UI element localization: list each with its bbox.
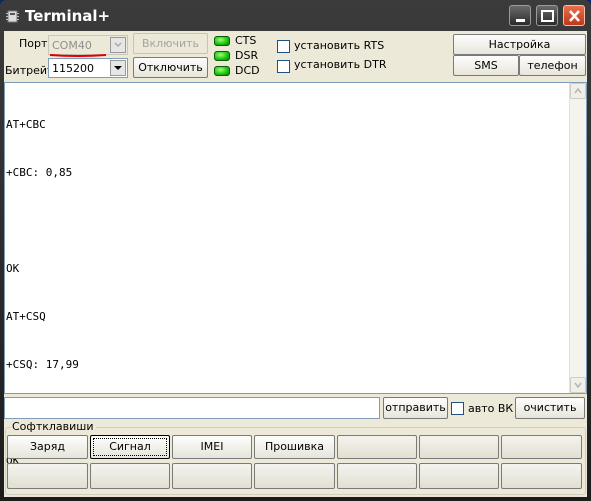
baud-select[interactable]: 115200 <box>48 58 128 78</box>
softkey-button[interactable] <box>501 463 582 489</box>
send-button[interactable]: отправить <box>383 397 448 419</box>
auto-cr-label: авто ВК <box>468 402 514 415</box>
close-button[interactable] <box>563 5 585 26</box>
clear-button[interactable]: очистить <box>515 397 585 419</box>
minimize-icon <box>516 19 525 22</box>
app-icon <box>6 10 19 23</box>
terminal-line: OK <box>6 262 20 275</box>
scroll-up-button[interactable] <box>570 83 586 99</box>
terminal-window: Terminal+ Порт COM40 Включить Битрейт 11… <box>0 0 591 501</box>
softkey-button[interactable] <box>7 463 88 489</box>
connect-button[interactable]: Включить <box>133 33 208 54</box>
terminal-line: +CBC: 0,85 <box>6 166 73 179</box>
softkey-setup-button[interactable]: Настройка софтклавиш <box>453 34 586 70</box>
client-area: Порт COM40 Включить Битрейт 115200 Отклю… <box>4 31 587 497</box>
softkey-button[interactable]: IMEI <box>172 435 252 459</box>
window-title: Terminal+ <box>25 7 111 25</box>
chevron-down-icon[interactable] <box>110 60 126 76</box>
terminal-line: AT+CSQ <box>6 310 46 323</box>
phone-button[interactable]: телефон <box>519 55 586 76</box>
disconnect-button[interactable]: Отключить <box>133 57 208 78</box>
softkey-button[interactable]: Сигнал <box>90 435 170 459</box>
softkey-button[interactable] <box>172 463 252 489</box>
softkey-button[interactable]: Прошивка <box>254 435 335 459</box>
softkey-button[interactable] <box>90 463 170 489</box>
title-bar[interactable]: Terminal+ <box>0 0 591 31</box>
softkeys-caption: Софтклавиши <box>10 420 96 433</box>
vertical-scrollbar[interactable] <box>569 83 586 393</box>
port-select[interactable]: COM40 <box>48 35 128 55</box>
softkey-button[interactable] <box>337 435 417 459</box>
scroll-down-button[interactable] <box>570 377 586 393</box>
port-label: Порт <box>19 37 48 50</box>
dtr-checkbox[interactable] <box>277 60 290 73</box>
baud-value: 115200 <box>52 62 94 75</box>
cts-label: CTS <box>235 34 257 47</box>
command-input[interactable] <box>4 397 380 419</box>
cts-led-icon <box>214 36 230 46</box>
maximize-icon <box>541 10 554 22</box>
chevron-up-icon <box>574 87 582 94</box>
rts-checkbox[interactable] <box>277 40 290 53</box>
softkey-button[interactable] <box>337 463 417 489</box>
softkey-button[interactable] <box>419 463 499 489</box>
softkey-button[interactable] <box>254 463 335 489</box>
softkey-button[interactable]: Заряд <box>7 435 88 459</box>
terminal-output[interactable]: AT+CBC +CBC: 0,85 OK AT+CSQ +CSQ: 17,99 … <box>4 82 587 467</box>
softkey-button[interactable] <box>419 435 499 459</box>
chevron-down-icon[interactable] <box>110 37 126 53</box>
dcd-led-icon <box>214 66 230 76</box>
sms-button[interactable]: SMS <box>453 55 519 76</box>
chevron-down-icon <box>574 382 582 389</box>
rts-label: установить RTS <box>294 39 385 52</box>
terminal-line: AT+CBC <box>6 118 46 131</box>
auto-cr-checkbox[interactable] <box>451 402 464 415</box>
baud-label: Битрейт <box>5 64 54 77</box>
dtr-label: установить DTR <box>294 58 387 71</box>
close-icon <box>569 10 580 22</box>
port-value: COM40 <box>52 39 92 52</box>
dsr-label: DSR <box>235 49 259 62</box>
dcd-label: DCD <box>235 64 260 77</box>
softkey-button[interactable] <box>501 435 582 459</box>
dsr-led-icon <box>214 51 230 61</box>
minimize-button[interactable] <box>509 5 531 26</box>
maximize-button[interactable] <box>536 5 558 26</box>
terminal-line: +CSQ: 17,99 <box>6 358 79 371</box>
